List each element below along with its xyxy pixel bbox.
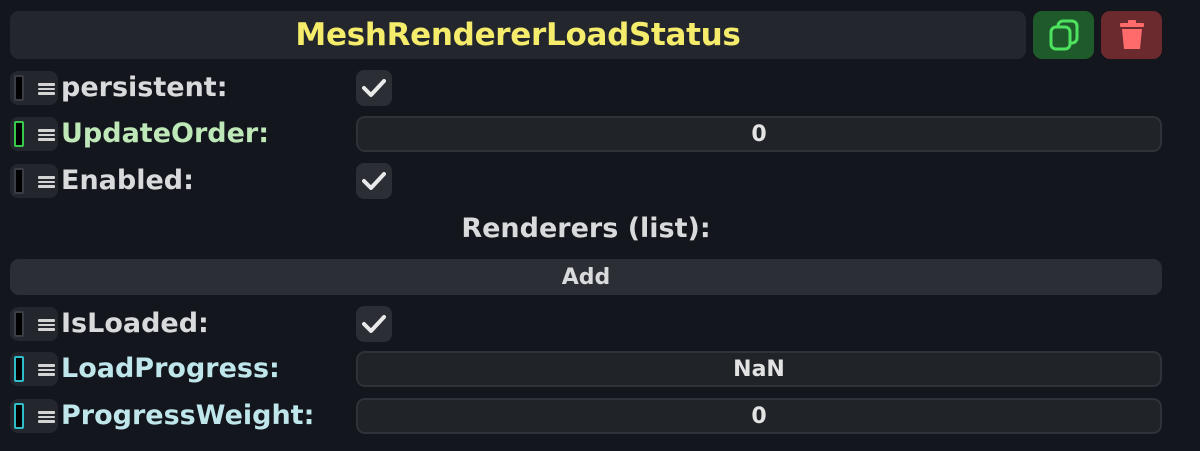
persistent-checkbox[interactable] bbox=[356, 70, 392, 106]
field-type-indicator bbox=[14, 311, 24, 337]
enabled-checkbox[interactable] bbox=[356, 163, 392, 199]
drag-handle[interactable] bbox=[10, 164, 58, 198]
update-order-input[interactable]: 0 bbox=[356, 116, 1162, 152]
load-progress-input[interactable]: NaN bbox=[356, 351, 1162, 387]
renderers-list-title: Renderers (list): bbox=[461, 213, 711, 244]
field-row-update-order: UpdateOrder: 0 bbox=[0, 113, 1200, 155]
grip-icon bbox=[38, 83, 55, 95]
field-type-indicator bbox=[14, 168, 24, 194]
drag-handle[interactable] bbox=[10, 399, 58, 433]
field-label-enabled: Enabled: bbox=[61, 165, 194, 196]
grip-icon bbox=[38, 129, 55, 141]
copy-icon bbox=[1049, 19, 1078, 51]
checkmark-icon bbox=[362, 315, 386, 333]
drag-handle[interactable] bbox=[10, 307, 58, 341]
grip-icon bbox=[38, 319, 55, 331]
field-label-load-progress: LoadProgress: bbox=[61, 353, 280, 384]
copy-button[interactable] bbox=[1033, 11, 1094, 59]
field-type-indicator bbox=[14, 356, 24, 382]
component-header: MeshRendererLoadStatus bbox=[10, 11, 1026, 59]
field-label-update-order: UpdateOrder: bbox=[61, 118, 270, 149]
trash-icon bbox=[1119, 20, 1144, 49]
field-row-enabled: Enabled: bbox=[0, 160, 1200, 202]
field-row-load-progress: LoadProgress: NaN bbox=[0, 348, 1200, 390]
drag-handle[interactable] bbox=[10, 117, 58, 151]
drag-handle[interactable] bbox=[10, 71, 58, 105]
field-label-is-loaded: IsLoaded: bbox=[61, 308, 209, 339]
grip-icon bbox=[38, 364, 55, 376]
field-row-persistent: persistent: bbox=[0, 67, 1200, 109]
field-row-progress-weight: ProgressWeight: 0 bbox=[0, 395, 1200, 437]
field-type-indicator bbox=[14, 121, 24, 147]
field-row-is-loaded: IsLoaded: bbox=[0, 303, 1200, 345]
checkmark-icon bbox=[362, 79, 386, 97]
checkmark-icon bbox=[362, 172, 386, 190]
component-title: MeshRendererLoadStatus bbox=[295, 17, 741, 53]
drag-handle[interactable] bbox=[10, 352, 58, 386]
field-label-progress-weight: ProgressWeight: bbox=[61, 400, 315, 431]
is-loaded-checkbox[interactable] bbox=[356, 306, 392, 342]
field-label-persistent: persistent: bbox=[61, 72, 228, 103]
delete-button[interactable] bbox=[1101, 11, 1162, 59]
progress-weight-input[interactable]: 0 bbox=[356, 398, 1162, 434]
grip-icon bbox=[38, 176, 55, 188]
field-type-indicator bbox=[14, 75, 24, 101]
add-renderer-button[interactable]: Add bbox=[10, 259, 1162, 295]
grip-icon bbox=[38, 411, 55, 423]
field-type-indicator bbox=[14, 403, 24, 429]
